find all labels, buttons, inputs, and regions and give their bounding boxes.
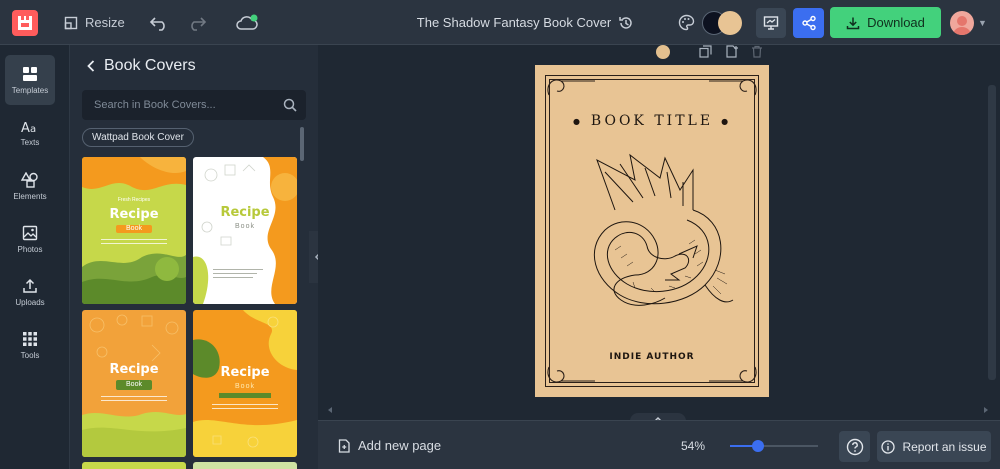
add-new-page-button[interactable]: Add new page	[338, 421, 441, 469]
share-button[interactable]	[793, 8, 824, 38]
cloud-saved-icon	[236, 14, 258, 30]
report-issue-label: Report an issue	[902, 439, 987, 454]
undo-button[interactable]	[147, 0, 171, 45]
rail-label: Texts	[20, 137, 40, 147]
template-thumbnail[interactable]: Fresh Recipes Recipe Book	[82, 157, 186, 304]
author-name-text[interactable]: INDIE AUTHOR	[535, 352, 769, 362]
rail-label: Tools	[20, 350, 40, 360]
elements-icon	[21, 171, 38, 188]
download-label: Download	[867, 15, 925, 30]
redo-button[interactable]	[185, 0, 209, 45]
page-background-color-swatch[interactable]	[656, 45, 670, 59]
left-rail: Templates Aa Texts Elements Photos Uploa…	[0, 45, 70, 469]
palette-icon	[678, 14, 694, 31]
photo-icon	[22, 225, 38, 240]
share-icon	[801, 15, 816, 31]
rail-item-uploads[interactable]: Uploads	[5, 267, 55, 317]
rail-label: Photos	[17, 244, 43, 254]
rail-label: Elements	[13, 191, 47, 201]
template-thumbnail[interactable]: Recipe Book	[193, 310, 297, 457]
redo-icon	[191, 16, 207, 31]
template-subtitle: Book	[235, 383, 255, 390]
panel-scrollbar[interactable]	[300, 127, 304, 161]
add-page-icon	[338, 438, 350, 453]
rail-label: Uploads	[15, 297, 45, 307]
report-issue-button[interactable]: Report an issue	[877, 431, 991, 462]
template-search-input[interactable]	[82, 90, 277, 120]
help-icon	[846, 438, 863, 455]
document-title[interactable]: The Shadow Fantasy Book Cover	[400, 0, 628, 45]
category-chip[interactable]: Wattpad Book Cover	[82, 128, 194, 147]
templates-icon	[23, 66, 37, 81]
color-palette-button[interactable]	[676, 0, 696, 45]
app-logo-icon[interactable]	[12, 10, 38, 36]
canvas-vertical-scrollbar[interactable]	[988, 85, 996, 380]
panel-header[interactable]: Book Covers	[86, 57, 196, 75]
chevron-left-icon[interactable]	[86, 59, 96, 73]
download-button[interactable]: Download	[830, 7, 941, 38]
rail-label: Templates	[11, 85, 49, 95]
tools-icon	[23, 331, 37, 346]
upload-icon	[23, 278, 37, 293]
zoom-slider-handle[interactable]	[752, 440, 764, 452]
template-title: Recipe	[220, 205, 270, 220]
book-cover-page[interactable]: ● BOOK TITLE ● INDIE AUTHOR	[535, 65, 769, 397]
cloud-save-button[interactable]	[234, 0, 260, 45]
book-title-text[interactable]: ● BOOK TITLE ●	[535, 113, 769, 129]
template-thumbnail[interactable]: Recipe Book	[193, 157, 297, 304]
rail-item-photos[interactable]: Photos	[5, 214, 55, 264]
template-subtitle: Book	[235, 223, 255, 230]
search-icon[interactable]	[283, 98, 297, 112]
svg-text:A: A	[21, 121, 30, 134]
user-avatar[interactable]	[950, 11, 974, 35]
dragon-illustration[interactable]	[575, 150, 735, 320]
templates-panel: Book Covers Wattpad Book Cover Fresh Rec…	[70, 45, 318, 469]
template-title: Recipe	[109, 207, 159, 222]
download-icon	[846, 17, 860, 29]
rail-item-tools[interactable]: Tools	[5, 320, 55, 370]
history-icon	[619, 16, 632, 29]
resize-button[interactable]: Resize	[64, 0, 125, 45]
zoom-slider[interactable]	[730, 440, 818, 452]
theme-color-swatches[interactable]	[702, 11, 742, 35]
text-icon: Aa	[21, 121, 36, 134]
template-illustration	[193, 157, 297, 304]
account-menu-chevron-down-icon[interactable]: ▼	[978, 18, 987, 28]
template-subtitle: Book	[126, 381, 142, 388]
present-button[interactable]	[756, 8, 786, 38]
rail-item-texts[interactable]: Aa Texts	[5, 108, 55, 158]
zoom-level: 54%	[681, 439, 706, 453]
duplicate-page-icon[interactable]	[699, 44, 712, 58]
svg-text:a: a	[30, 124, 36, 134]
info-icon	[881, 439, 896, 454]
version-history-button[interactable]	[616, 0, 636, 45]
template-subtitle: Book	[126, 225, 142, 232]
canvas-area: ● BOOK TITLE ● INDIE AUTHOR	[318, 44, 1000, 427]
presentation-icon	[763, 16, 779, 30]
help-button[interactable]	[839, 431, 870, 462]
bullet-icon: ●	[572, 116, 583, 126]
secondary-color-swatch[interactable]	[718, 11, 742, 35]
template-thumbnail[interactable]: Recipe Book	[82, 310, 186, 457]
template-search	[82, 90, 306, 120]
undo-icon	[149, 16, 165, 31]
panel-title: Book Covers	[104, 57, 196, 74]
template-title: Recipe	[220, 365, 270, 380]
rail-item-templates[interactable]: Templates	[5, 55, 55, 105]
resize-icon	[64, 16, 78, 29]
top-bar: Resize The Shadow Fantasy Book Cover Dow…	[0, 0, 1000, 45]
add-page-icon[interactable]	[725, 44, 738, 58]
delete-page-icon[interactable]	[751, 45, 763, 58]
template-thumbnail[interactable]	[82, 462, 186, 469]
resize-label: Resize	[85, 15, 125, 30]
page-toolbar	[656, 44, 763, 59]
add-page-label: Add new page	[358, 438, 442, 453]
bottom-bar: Add new page 54% Report an issue	[318, 420, 1000, 469]
template-thumbnail[interactable]	[193, 462, 297, 469]
rail-item-elements[interactable]: Elements	[5, 161, 55, 211]
template-title: Recipe	[109, 362, 159, 377]
bullet-icon: ●	[721, 116, 732, 126]
